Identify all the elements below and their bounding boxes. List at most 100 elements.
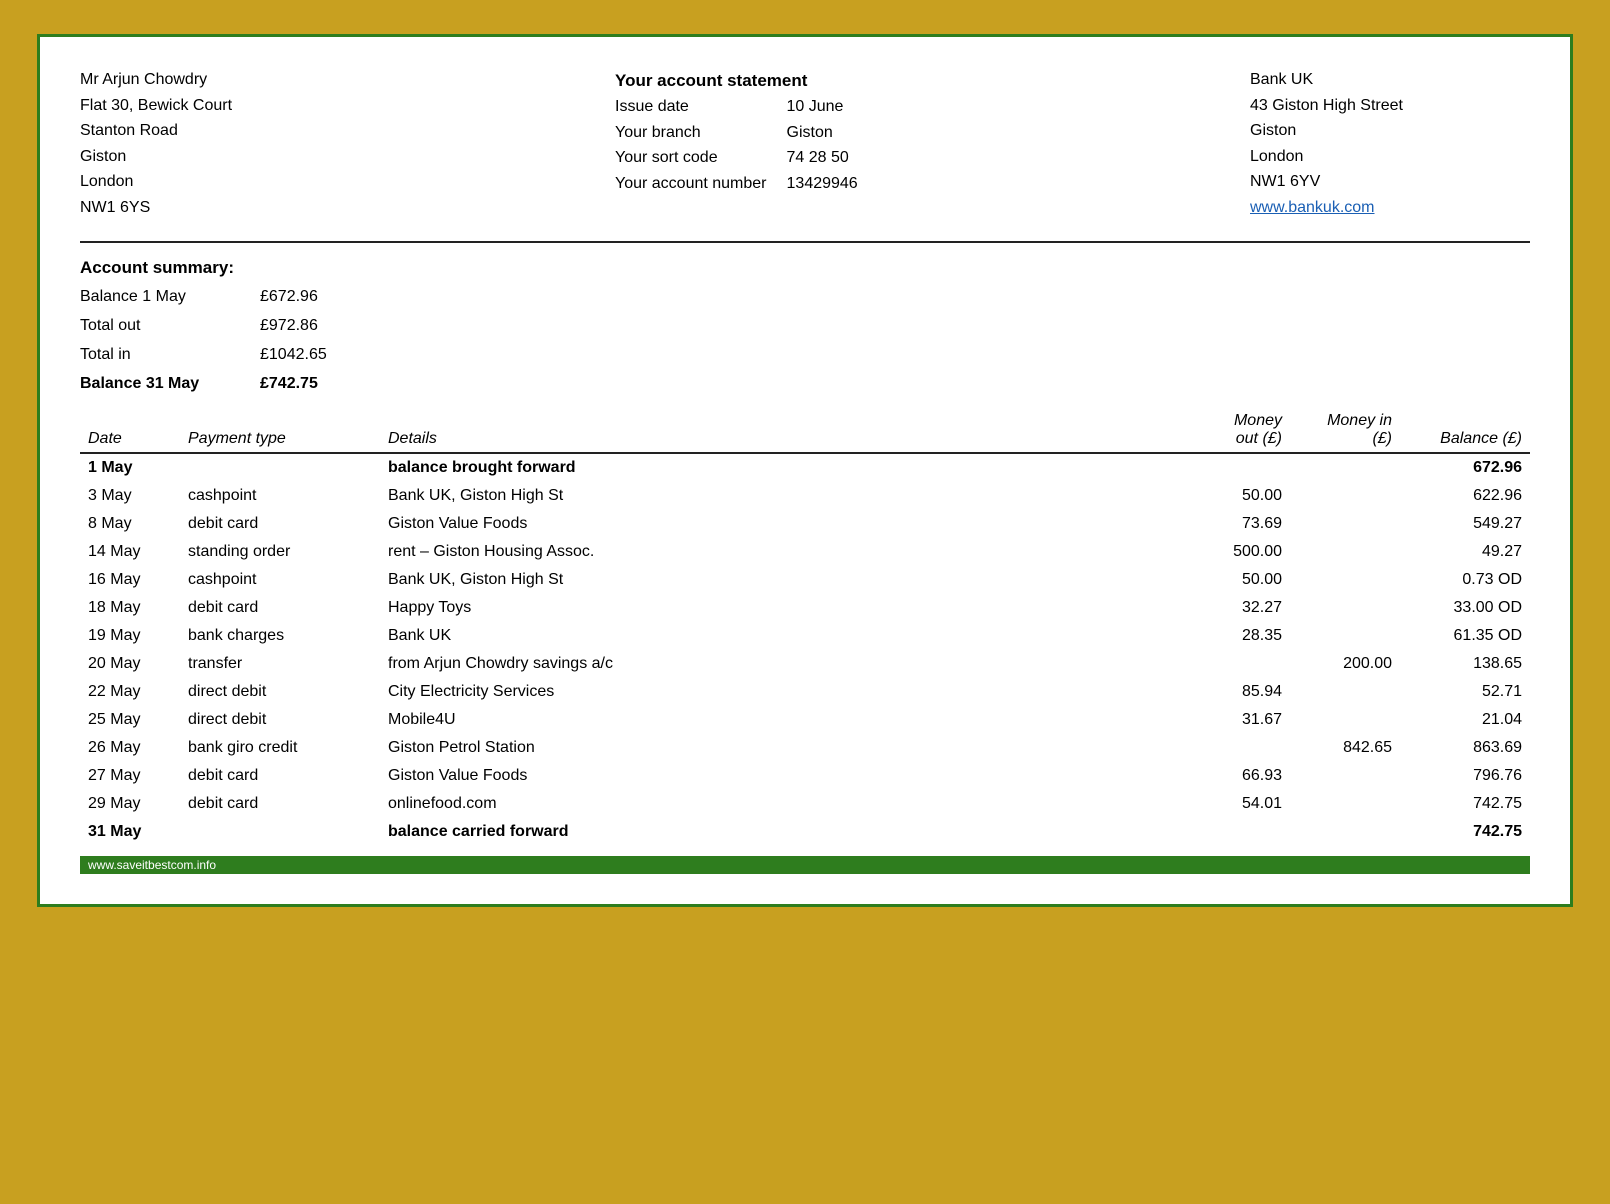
cell-date: 14 May	[80, 538, 180, 566]
customer-address4: London	[80, 169, 360, 195]
cell-date: 8 May	[80, 510, 180, 538]
table-row: 25 May direct debit Mobile4U 31.67 21.04	[80, 706, 1530, 734]
cell-money-in	[1290, 762, 1400, 790]
cell-money-in	[1290, 510, 1400, 538]
cell-payment: direct debit	[180, 706, 380, 734]
table-row: 16 May cashpoint Bank UK, Giston High St…	[80, 566, 1530, 594]
summary-label-2: Total in	[80, 341, 260, 370]
cell-balance: 138.65	[1400, 650, 1530, 678]
cell-money-out	[1180, 818, 1290, 846]
cell-date: 19 May	[80, 622, 180, 650]
cell-money-out: 32.27	[1180, 594, 1290, 622]
cell-date: 20 May	[80, 650, 180, 678]
bank-website[interactable]: www.bankuk.com	[1250, 195, 1530, 221]
summary-row-0: Balance 1 May £672.96	[80, 283, 1530, 312]
cell-balance: 52.71	[1400, 678, 1530, 706]
cell-details: balance carried forward	[380, 818, 1180, 846]
cell-money-out	[1180, 734, 1290, 762]
cell-details: rent – Giston Housing Assoc.	[380, 538, 1180, 566]
cell-payment	[180, 818, 380, 846]
summary-row-1: Total out £972.86	[80, 312, 1530, 341]
cell-payment: standing order	[180, 538, 380, 566]
table-row: 14 May standing order rent – Giston Hous…	[80, 538, 1530, 566]
cell-money-in	[1290, 566, 1400, 594]
cell-money-in	[1290, 538, 1400, 566]
table-row: 3 May cashpoint Bank UK, Giston High St …	[80, 482, 1530, 510]
table-row: 8 May debit card Giston Value Foods 73.6…	[80, 510, 1530, 538]
cell-date: 31 May	[80, 818, 180, 846]
footer-bar: www.saveitbestcom.info	[80, 856, 1530, 874]
summary-label-3: Balance 31 May	[80, 370, 260, 399]
summary-row-2: Total in £1042.65	[80, 341, 1530, 370]
bank-address3: London	[1250, 144, 1530, 170]
table-row: 1 May balance brought forward 672.96	[80, 453, 1530, 482]
cell-date: 26 May	[80, 734, 180, 762]
branch-value: Giston	[787, 120, 878, 146]
col-header-money-in: Money in (£)	[1290, 406, 1400, 453]
col-header-details: Details	[380, 406, 1180, 453]
table-row: 20 May transfer from Arjun Chowdry savin…	[80, 650, 1530, 678]
cell-payment: cashpoint	[180, 566, 380, 594]
cell-date: 3 May	[80, 482, 180, 510]
cell-date: 1 May	[80, 453, 180, 482]
summary-label-0: Balance 1 May	[80, 283, 260, 312]
cell-payment: cashpoint	[180, 482, 380, 510]
cell-money-out: 54.01	[1180, 790, 1290, 818]
issue-label: Issue date	[615, 94, 787, 120]
transactions-table: Date Payment type Details Money out (£) …	[80, 406, 1530, 846]
table-header-row: Date Payment type Details Money out (£) …	[80, 406, 1530, 453]
cell-payment: debit card	[180, 594, 380, 622]
table-row: 29 May debit card onlinefood.com 54.01 7…	[80, 790, 1530, 818]
cell-details: Giston Petrol Station	[380, 734, 1180, 762]
cell-money-in	[1290, 818, 1400, 846]
cell-date: 29 May	[80, 790, 180, 818]
header-divider	[80, 241, 1530, 243]
summary-value-0: £672.96	[260, 283, 380, 312]
cell-details: balance brought forward	[380, 453, 1180, 482]
inner-border: Mr Arjun Chowdry Flat 30, Bewick Court S…	[37, 34, 1573, 907]
summary-section: Account summary: Balance 1 May £672.96 T…	[80, 253, 1530, 399]
cell-details: onlinefood.com	[380, 790, 1180, 818]
cell-money-in	[1290, 594, 1400, 622]
bank-address: Bank UK 43 Giston High Street Giston Lon…	[1250, 67, 1530, 221]
cell-balance: 61.35 OD	[1400, 622, 1530, 650]
cell-money-in: 842.65	[1290, 734, 1400, 762]
customer-address5: NW1 6YS	[80, 195, 360, 221]
cell-balance: 33.00 OD	[1400, 594, 1530, 622]
cell-details: Giston Value Foods	[380, 510, 1180, 538]
customer-address: Mr Arjun Chowdry Flat 30, Bewick Court S…	[80, 67, 360, 221]
customer-name: Mr Arjun Chowdry	[80, 67, 360, 93]
cell-details: City Electricity Services	[380, 678, 1180, 706]
cell-payment: transfer	[180, 650, 380, 678]
cell-money-out: 85.94	[1180, 678, 1290, 706]
bank-address1: 43 Giston High Street	[1250, 93, 1530, 119]
cell-balance: 49.27	[1400, 538, 1530, 566]
cell-balance: 672.96	[1400, 453, 1530, 482]
col-header-balance: Balance (£)	[1400, 406, 1530, 453]
cell-balance: 549.27	[1400, 510, 1530, 538]
cell-balance: 742.75	[1400, 790, 1530, 818]
customer-address3: Giston	[80, 144, 360, 170]
footer-text: www.saveitbestcom.info	[88, 858, 216, 872]
cell-payment: bank charges	[180, 622, 380, 650]
cell-details: Bank UK	[380, 622, 1180, 650]
cell-money-in	[1290, 482, 1400, 510]
cell-balance: 863.69	[1400, 734, 1530, 762]
cell-money-in	[1290, 453, 1400, 482]
statement-info-table: Issue date 10 June Your branch Giston Yo…	[615, 94, 878, 196]
cell-balance: 21.04	[1400, 706, 1530, 734]
bank-name: Bank UK	[1250, 67, 1530, 93]
cell-money-out: 31.67	[1180, 706, 1290, 734]
statement-details: Your account statement Issue date 10 Jun…	[615, 67, 995, 221]
outer-border: Mr Arjun Chowdry Flat 30, Bewick Court S…	[25, 22, 1585, 1182]
bank-address2: Giston	[1250, 118, 1530, 144]
cell-balance: 0.73 OD	[1400, 566, 1530, 594]
cell-date: 22 May	[80, 678, 180, 706]
cell-money-in	[1290, 622, 1400, 650]
summary-label-1: Total out	[80, 312, 260, 341]
branch-label: Your branch	[615, 120, 787, 146]
cell-money-out	[1180, 453, 1290, 482]
account-label: Your account number	[615, 171, 787, 197]
customer-address2: Stanton Road	[80, 118, 360, 144]
account-value: 13429946	[787, 171, 878, 197]
